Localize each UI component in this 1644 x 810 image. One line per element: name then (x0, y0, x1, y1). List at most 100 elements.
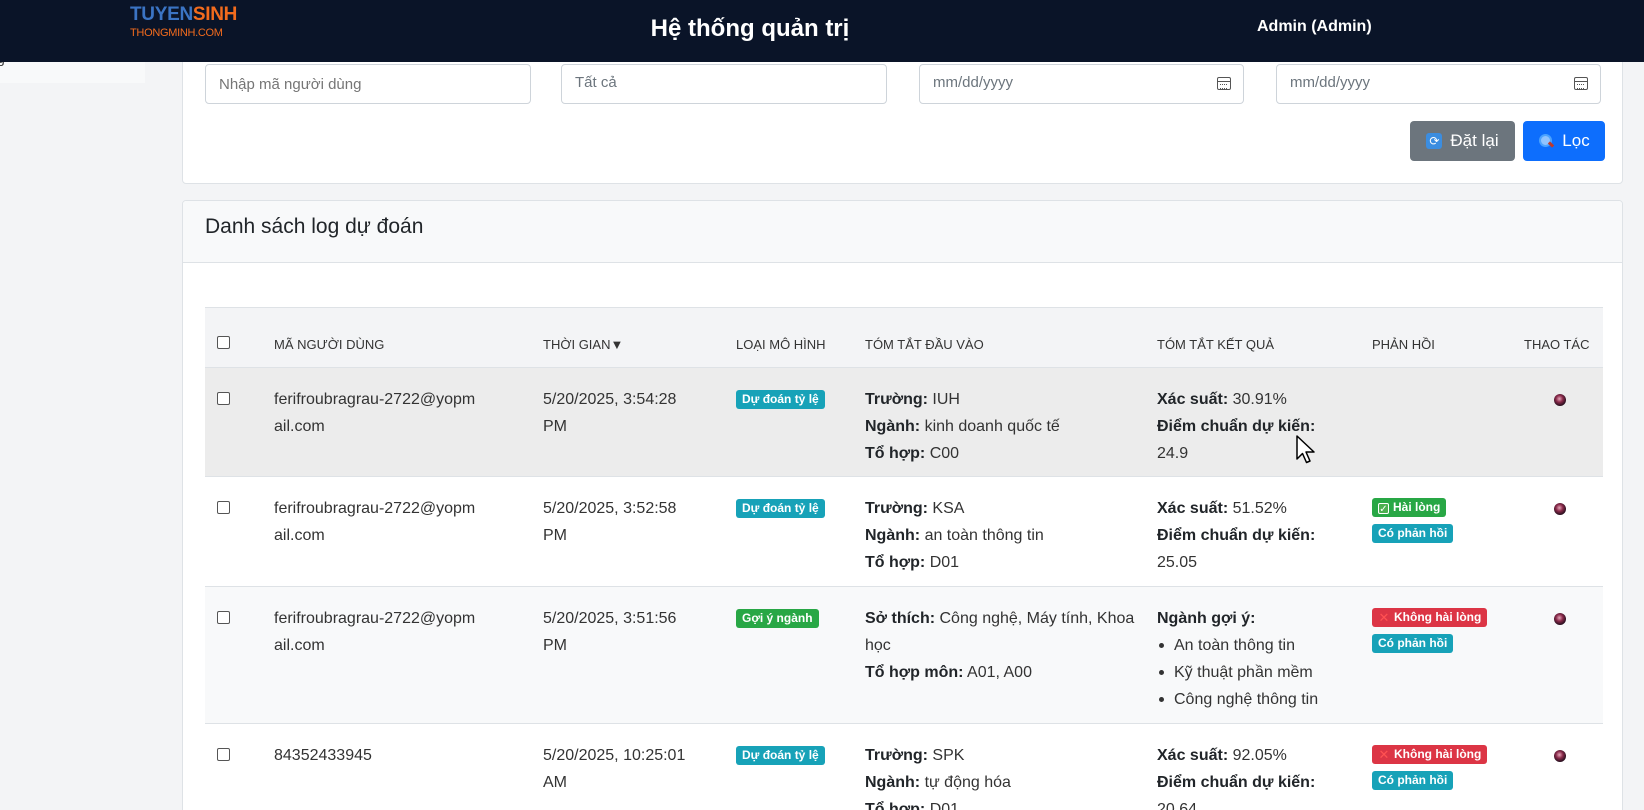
col-result-summary: TÓM TẮT KẾT QUẢ (1157, 307, 1372, 368)
prediction-log-table: MÃ NGƯỜI DÙNG THỜI GIAN▼ LOẠI MÔ HÌNH TÓ… (205, 307, 1603, 810)
refresh-icon: ⟳ (1426, 133, 1443, 149)
model-type-badge: Gợi ý ngành (736, 609, 819, 629)
top-navbar: TUYENSINH THONGMINH.COM Hệ thống quản tr… (0, 0, 1644, 62)
col-model-type[interactable]: LOẠI MÔ HÌNH (736, 307, 865, 368)
calendar-icon[interactable] (1574, 77, 1588, 90)
from-date-placeholder: mm/dd/yyyy (933, 74, 1014, 91)
input-summary: Trường: IUH Ngành: kinh doanh quốc tế Tổ… (865, 367, 1157, 477)
probability-value: 51.52% (1232, 500, 1287, 517)
model-type-value: Tất cả (575, 74, 617, 91)
expected-score-label: Điểm chuẩn dự kiến: (1157, 418, 1316, 435)
suggested-majors-list: An toàn thông tin Kỹ thuật phần mềm Công… (1157, 632, 1372, 713)
row-time: 5/20/2025, 10:25:01 AM (543, 723, 736, 810)
feedback-note-badge: Có phản hồi (1372, 771, 1454, 790)
filter-label: Lọc (1562, 131, 1590, 150)
probability-label: Xác suất: (1157, 391, 1229, 408)
to-date-input[interactable]: mm/dd/yyyy (1276, 64, 1601, 104)
list-item: An toàn thông tin (1157, 632, 1372, 659)
row-time: 5/20/2025, 3:52:58 PM (543, 476, 736, 587)
feedback-status-text: Hài lòng (1393, 500, 1441, 514)
row-user: 84352433945 (274, 723, 543, 810)
feedback-status-badge: ✕ Không hài lòng (1372, 745, 1488, 764)
from-date-input[interactable]: mm/dd/yyyy (919, 64, 1244, 104)
list-item: Kỹ thuật phần mềm (1157, 659, 1372, 686)
major-value: an toàn thông tin (924, 527, 1044, 544)
result-summary: Xác suất: 51.52% Điểm chuẩn dự kiến: 25.… (1157, 476, 1372, 587)
filter-button[interactable]: Lọc (1523, 121, 1605, 161)
table-row[interactable]: ferifroubragrau-2722@yopmail.com 5/20/20… (205, 367, 1603, 477)
sidebar-edge (0, 62, 145, 83)
school-label: Trường: (865, 391, 928, 408)
result-summary: Xác suất: 92.05% Điểm chuẩn dự kiến: 20.… (1157, 723, 1372, 810)
x-icon: ✕ (1378, 610, 1390, 625)
input-summary: Trường: KSA Ngành: an toàn thông tin Tổ … (865, 476, 1157, 587)
check-icon: ✓ (1378, 503, 1389, 515)
select-all-cell (205, 307, 274, 368)
model-type-badge: Dự đoán tỷ lệ (736, 746, 825, 766)
row-checkbox[interactable] (217, 611, 230, 624)
result-summary: Xác suất: 30.91% Điểm chuẩn dự kiến: 24.… (1157, 367, 1372, 477)
view-details-icon[interactable] (1554, 394, 1566, 406)
row-user: ferifroubragrau-2722@yopmail.com (274, 367, 543, 477)
school-label: Trường: (865, 500, 928, 517)
school-value: KSA (932, 500, 965, 517)
list-item: Công nghệ thông tin (1157, 686, 1372, 713)
col-actions: THAO TÁC (1524, 307, 1603, 368)
prediction-log-card: Danh sách log dự đoán MÃ NGƯỜI DÙNG THỜI… (182, 200, 1623, 810)
current-user[interactable]: Admin (Admin) (1257, 18, 1372, 36)
view-details-icon[interactable] (1554, 503, 1566, 515)
expected-score-value: 20.64 (1157, 801, 1198, 810)
select-all-checkbox[interactable] (217, 336, 230, 349)
table-row[interactable]: ferifroubragrau-2722@yopmail.com 5/20/20… (205, 586, 1603, 724)
major-value: tự động hóa (924, 774, 1011, 791)
reset-button[interactable]: ⟳ Đặt lại (1410, 121, 1515, 161)
expected-score-label: Điểm chuẩn dự kiến: (1157, 774, 1316, 791)
row-checkbox[interactable] (217, 501, 230, 514)
table-row[interactable]: ferifroubragrau-2722@yopmail.com 5/20/20… (205, 476, 1603, 587)
feedback-note-badge: Có phản hồi (1372, 634, 1454, 653)
probability-value: 92.05% (1232, 747, 1287, 764)
expected-score-value: 25.05 (1157, 554, 1198, 571)
row-user: ferifroubragrau-2722@yopmail.com (274, 586, 543, 724)
feedback-cell: ✓ Hài lòng Có phản hồi (1372, 476, 1524, 587)
feedback-cell: ✕ Không hài lòng Có phản hồi (1372, 586, 1524, 724)
user-id-input[interactable] (205, 64, 531, 104)
combo-value: C00 (929, 445, 960, 462)
search-icon (1538, 133, 1554, 149)
school-label: Trường: (865, 747, 928, 764)
row-time: 5/20/2025, 3:51:56 PM (543, 586, 736, 724)
major-value: kinh doanh quốc tế (924, 418, 1060, 435)
input-summary: Sở thích: Công nghệ, Máy tính, Khoa học … (865, 586, 1157, 724)
feedback-status-text: Không hài lòng (1394, 747, 1482, 761)
feedback-note-badge: Có phản hồi (1372, 524, 1454, 543)
col-user[interactable]: MÃ NGƯỜI DÙNG (274, 307, 543, 368)
model-type-select[interactable]: Tất cả (561, 64, 887, 104)
result-summary: Ngành gợi ý: An toàn thông tin Kỹ thuật … (1157, 586, 1372, 724)
suggested-majors-label: Ngành gợi ý: (1157, 610, 1256, 627)
feedback-cell: ✕ Không hài lòng Có phản hồi (1372, 723, 1524, 810)
interest-label: Sở thích: (865, 610, 936, 627)
combo-label: Tổ hợp: (865, 554, 926, 571)
combo-label: Tổ hợp: (865, 801, 926, 810)
row-time: 5/20/2025, 3:54:28 PM (543, 367, 736, 477)
major-label: Ngành: (865, 774, 921, 791)
subject-combo-value: A01, A00 (967, 664, 1032, 681)
major-label: Ngành: (865, 527, 921, 544)
table-row[interactable]: 84352433945 5/20/2025, 10:25:01 AM Dự đo… (205, 723, 1603, 810)
calendar-icon[interactable] (1217, 77, 1231, 90)
view-details-icon[interactable] (1554, 613, 1566, 625)
model-type-badge: Dự đoán tỷ lệ (736, 499, 825, 519)
view-details-icon[interactable] (1554, 750, 1566, 762)
mouse-cursor-icon (1296, 435, 1315, 464)
col-time[interactable]: THỜI GIAN▼ (543, 307, 736, 368)
row-checkbox[interactable] (217, 392, 230, 405)
school-value: SPK (932, 747, 965, 764)
to-date-placeholder: mm/dd/yyyy (1290, 74, 1371, 91)
col-input-summary: TÓM TẮT ĐẦU VÀO (865, 307, 1157, 368)
combo-label: Tổ hợp: (865, 445, 926, 462)
expected-score-value: 24.9 (1157, 445, 1189, 462)
row-checkbox[interactable] (217, 748, 230, 761)
combo-value: D01 (929, 554, 960, 571)
feedback-cell (1372, 367, 1524, 477)
probability-value: 30.91% (1232, 391, 1287, 408)
